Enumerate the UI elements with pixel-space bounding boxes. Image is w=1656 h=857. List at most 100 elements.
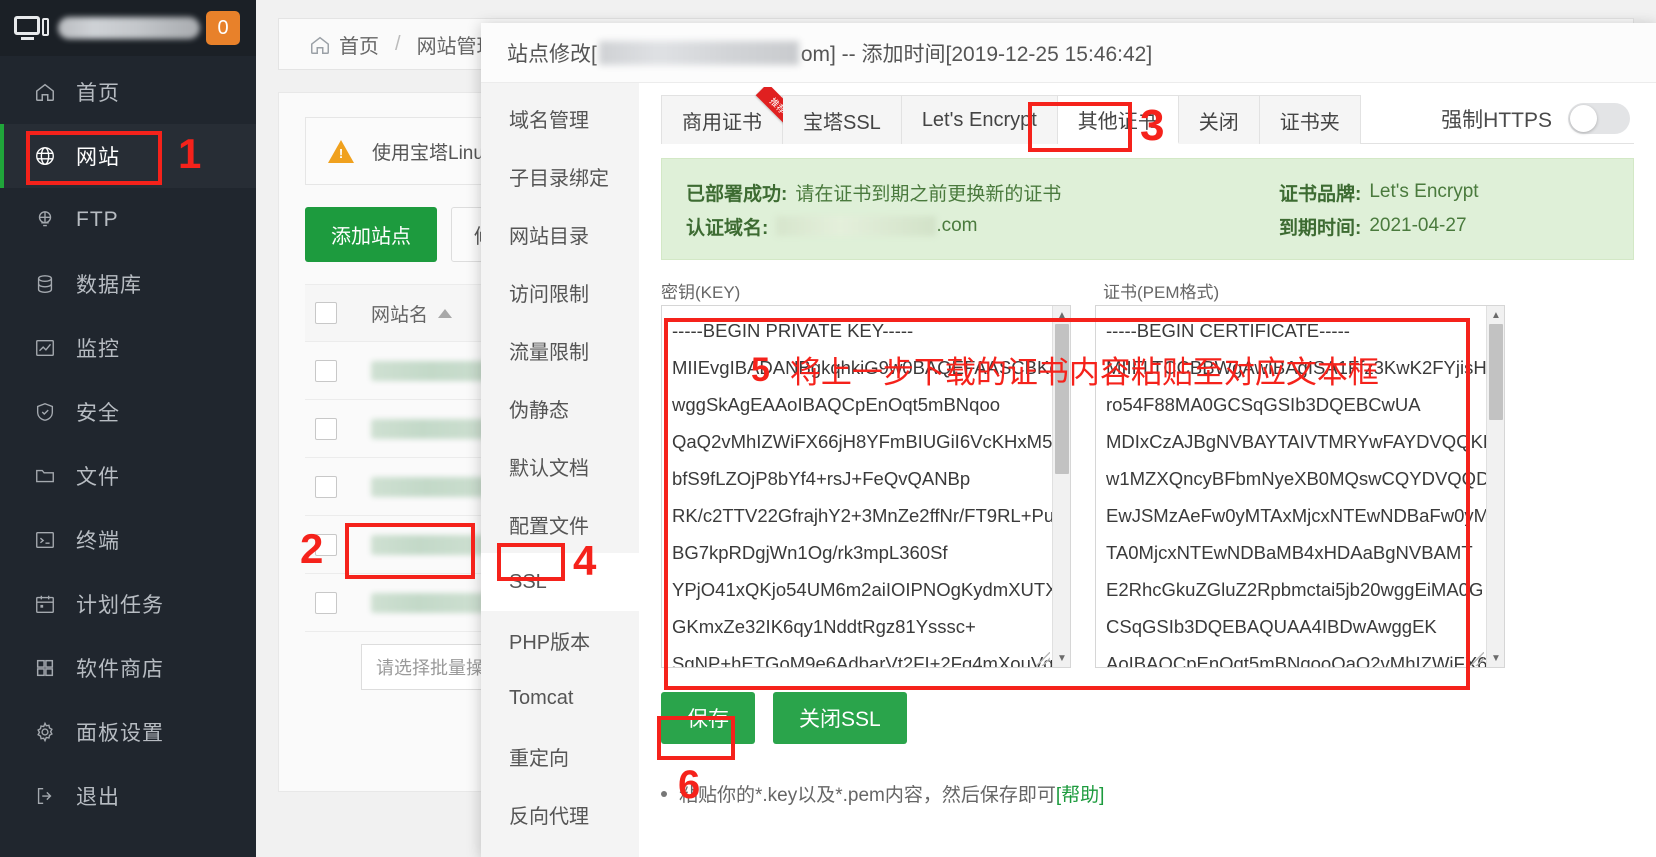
deployed-text: 请在证书到期之前更换新的证书 bbox=[795, 183, 1062, 205]
brand-label: 证书品牌: bbox=[1279, 183, 1362, 205]
tab-cert-folder[interactable]: 证书夹 bbox=[1259, 96, 1360, 144]
modal-body: 域名管理 子目录绑定 网站目录 访问限制 流量限制 伪静态 默认文档 配置文件 … bbox=[481, 83, 1656, 857]
screenshot-root: 0 首页 网站 FTP 数据库 监控 安全 文件 终端 计划任务 软件商店 面板… bbox=[0, 0, 1656, 857]
scroll-down-icon[interactable]: ▼ bbox=[1053, 649, 1070, 667]
annotation-number-2: 2 bbox=[300, 525, 324, 572]
sidebar-item-monitor[interactable]: 监控 bbox=[0, 316, 256, 380]
tab-close[interactable]: 关闭 bbox=[1178, 96, 1260, 144]
annotation-number-4: 4 bbox=[573, 537, 597, 584]
sidebar-label: 安全 bbox=[76, 402, 120, 425]
scroll-up-icon[interactable]: ▲ bbox=[1053, 306, 1070, 324]
nav-item-access-limit[interactable]: 访问限制 bbox=[481, 263, 639, 321]
domain-value: .com bbox=[936, 215, 978, 236]
sidebar-item-terminal[interactable]: 终端 bbox=[0, 508, 256, 572]
nav-item-config-file[interactable]: 配置文件 bbox=[481, 495, 639, 553]
sidebar-item-ftp[interactable]: FTP bbox=[0, 188, 256, 252]
help-tip: 粘贴你的*.key以及*.pem内容，然后保存即可 [帮助] bbox=[661, 780, 1634, 807]
tab-label: 证书夹 bbox=[1279, 111, 1340, 134]
nav-item-tomcat[interactable]: Tomcat bbox=[481, 669, 639, 727]
nav-label: PHP版本 bbox=[509, 631, 591, 654]
sidebar-item-settings[interactable]: 面板设置 bbox=[0, 700, 256, 764]
sidebar-item-files[interactable]: 文件 bbox=[0, 444, 256, 508]
sidebar-item-website[interactable]: 网站 bbox=[0, 124, 256, 188]
sidebar-item-appstore[interactable]: 软件商店 bbox=[0, 636, 256, 700]
modal-title-prefix: 站点修改[ bbox=[507, 42, 597, 66]
domain-redacted bbox=[598, 40, 799, 65]
sidebar-item-home[interactable]: 首页 bbox=[0, 60, 256, 124]
help-link[interactable]: [帮助] bbox=[1056, 780, 1105, 807]
sidebar-label: 退出 bbox=[76, 786, 120, 809]
pem-label: 证书(PEM格式) bbox=[1103, 283, 1220, 302]
sidebar-label: 文件 bbox=[76, 466, 120, 489]
resize-grip-icon[interactable] bbox=[1036, 652, 1050, 666]
nav-item-rewrite[interactable]: 伪静态 bbox=[481, 379, 639, 437]
select-all-checkbox[interactable] bbox=[315, 302, 337, 324]
pem-scrollbar[interactable]: ▲ ▼ bbox=[1486, 306, 1504, 667]
row-checkbox[interactable] bbox=[315, 359, 337, 382]
domain-line: 认证域名: .com bbox=[686, 209, 1279, 243]
force-https-toggle[interactable] bbox=[1568, 103, 1630, 134]
home-icon bbox=[34, 81, 68, 103]
monitor-icon bbox=[12, 12, 52, 44]
nav-label: SSL bbox=[509, 570, 547, 593]
shield-check-icon bbox=[34, 401, 68, 423]
save-button[interactable]: 保存 bbox=[661, 692, 755, 744]
domain-label: 认证域名: bbox=[686, 217, 769, 239]
nav-item-reverse-proxy[interactable]: 反向代理 bbox=[481, 785, 639, 843]
gear-icon bbox=[34, 721, 68, 743]
close-ssl-button[interactable]: 关闭SSL bbox=[773, 692, 907, 744]
database-icon bbox=[34, 273, 68, 295]
nav-label: 子目录绑定 bbox=[509, 167, 609, 190]
resize-grip-icon[interactable] bbox=[1470, 652, 1484, 666]
sidebar-item-database[interactable]: 数据库 bbox=[0, 252, 256, 316]
sidebar-header: 0 bbox=[0, 0, 256, 56]
ftp-icon bbox=[34, 209, 68, 231]
folder-icon bbox=[34, 465, 68, 487]
sidebar-label: 面板设置 bbox=[76, 722, 164, 745]
nav-item-default-doc[interactable]: 默认文档 bbox=[481, 437, 639, 495]
nav-item-traffic-limit[interactable]: 流量限制 bbox=[481, 321, 639, 379]
sidebar-item-logout[interactable]: 退出 bbox=[0, 764, 256, 828]
nav-item-php-version[interactable]: PHP版本 bbox=[481, 611, 639, 669]
row-checkbox[interactable] bbox=[315, 591, 337, 614]
sidebar-label: 数据库 bbox=[76, 274, 142, 297]
breadcrumb-home[interactable]: 首页 bbox=[339, 30, 379, 59]
add-site-button[interactable]: 添加站点 bbox=[305, 207, 437, 262]
calendar-icon bbox=[34, 593, 68, 615]
annotation-number-1: 1 bbox=[178, 130, 202, 177]
notification-badge[interactable]: 0 bbox=[206, 11, 240, 45]
sidebar-item-security[interactable]: 安全 bbox=[0, 380, 256, 444]
expire-label: 到期时间: bbox=[1279, 217, 1362, 239]
annotation-number-3: 3 bbox=[1140, 101, 1165, 150]
sort-asc-icon[interactable] bbox=[438, 308, 453, 318]
row-checkbox[interactable] bbox=[315, 417, 337, 440]
sidebar-item-crontab[interactable]: 计划任务 bbox=[0, 572, 256, 636]
site-name-redacted bbox=[371, 418, 499, 439]
tab-lets-encrypt[interactable]: Let's Encrypt bbox=[901, 96, 1058, 144]
nav-item-sitedir[interactable]: 网站目录 bbox=[481, 205, 639, 263]
sidebar-label: FTP bbox=[76, 208, 119, 231]
annotation-number-5: 5 bbox=[751, 350, 770, 389]
scroll-up-icon[interactable]: ▲ bbox=[1487, 306, 1504, 324]
textarea-labels: 密钥(KEY) 证书(PEM格式) bbox=[661, 278, 1634, 303]
ssl-tabs-group: 商用证书 推荐 宝塔SSL Let's Encrypt 其他证书 关闭 证书夹 bbox=[661, 87, 1361, 144]
status-right-column: 证书品牌: Let's Encrypt 到期时间: 2021-04-27 bbox=[1279, 175, 1609, 243]
nav-label: Tomcat bbox=[509, 686, 574, 709]
tab-bt-ssl[interactable]: 宝塔SSL bbox=[783, 96, 902, 144]
row-checkbox[interactable] bbox=[315, 475, 337, 498]
nav-item-subdir[interactable]: 子目录绑定 bbox=[481, 147, 639, 205]
hostname-redacted bbox=[58, 17, 200, 39]
annotation-number-6: 6 bbox=[678, 763, 701, 807]
nav-item-redirect[interactable]: 重定向 bbox=[481, 727, 639, 785]
scroll-down-icon[interactable]: ▼ bbox=[1487, 649, 1504, 667]
sidebar-label: 首页 bbox=[76, 82, 120, 105]
nav-item-domain[interactable]: 域名管理 bbox=[481, 89, 639, 147]
scroll-thumb[interactable] bbox=[1489, 324, 1503, 420]
nav-item-ssl[interactable]: SSL bbox=[481, 553, 639, 611]
tab-label: 商用证书 bbox=[682, 111, 762, 134]
cert-status-banner: 已部署成功: 请在证书到期之前更换新的证书 认证域名: .com 证书品牌: L… bbox=[661, 158, 1634, 260]
tab-commercial-cert[interactable]: 商用证书 推荐 bbox=[662, 87, 785, 144]
column-header-sitename[interactable]: 网站名 bbox=[371, 300, 428, 327]
nav-label: 配置文件 bbox=[509, 515, 589, 538]
nav-label: 重定向 bbox=[509, 747, 569, 770]
